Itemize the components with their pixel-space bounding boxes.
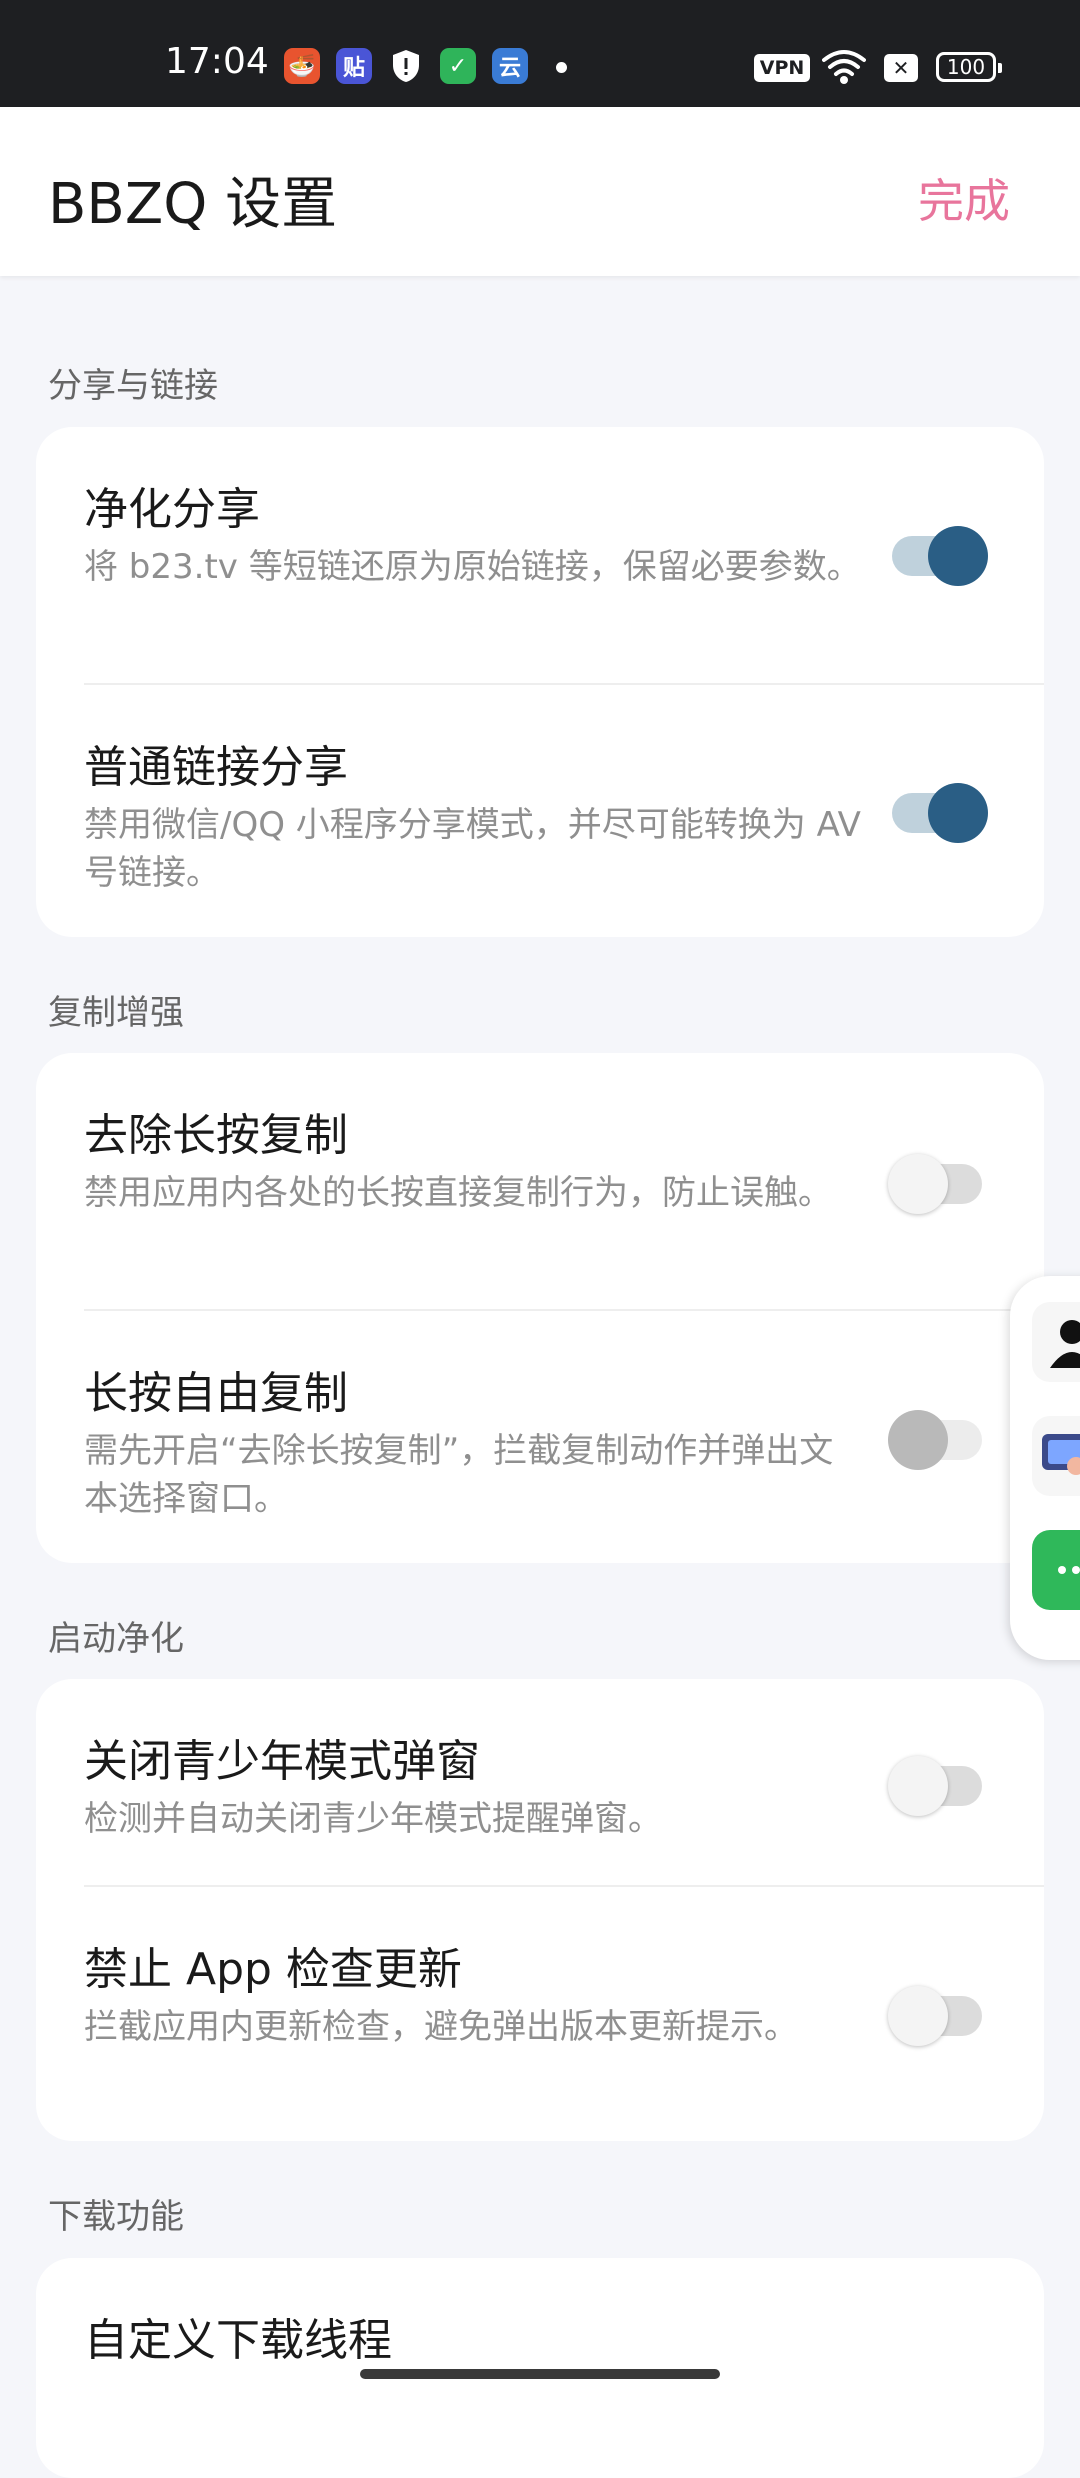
setting-item-close-teen-popup[interactable]: 关闭青少年模式弹窗 检测并自动关闭青少年模式提醒弹窗。 (36, 1679, 1044, 1885)
settings-card-startup: 关闭青少年模式弹窗 检测并自动关闭青少年模式提醒弹窗。 禁止 App 检查更新 … (36, 1679, 1044, 2141)
setting-description: 拦截应用内更新检查，避免弹出版本更新提示。 (84, 2007, 798, 2047)
tieba-app-icon: 贴 (336, 48, 372, 84)
wifi-icon (822, 46, 866, 90)
setting-title: 长按自由复制 (84, 1368, 348, 1419)
setting-item-normal-link-share[interactable]: 普通链接分享 禁用微信/QQ 小程序分享模式，并尽可能转换为 AV 号链接。 (36, 685, 1044, 937)
close-teen-popup-toggle[interactable] (888, 1752, 988, 1816)
app-bar: BBZQ 设置 完成 (0, 107, 1080, 276)
home-indicator[interactable] (360, 2369, 720, 2379)
setting-item-clean-share[interactable]: 净化分享 将 b23.tv 等短链还原为原始链接，保留必要参数。 (36, 427, 1044, 683)
setting-description: 需先开启“去除长按复制”，拦截复制动作并弹出文本选择窗口。 (84, 1431, 834, 1519)
cloud-app-icon: 云 (492, 48, 528, 84)
setting-title: 关闭青少年模式弹窗 (84, 1736, 480, 1787)
section-title-startup: 启动净化 (48, 1619, 184, 1659)
setting-title: 净化分享 (84, 484, 260, 535)
setting-description: 将 b23.tv 等短链还原为原始链接，保留必要参数。 (84, 547, 861, 587)
security-app-icon: ✓ (440, 48, 476, 84)
settings-card-share: 净化分享 将 b23.tv 等短链还原为原始链接，保留必要参数。 普通链接分享 … (36, 427, 1044, 937)
free-copy-toggle[interactable] (888, 1406, 988, 1470)
settings-card-copy: 去除长按复制 禁用应用内各处的长按直接复制行为，防止误触。 长按自由复制 需先开… (36, 1053, 1044, 1563)
more-notifications-dot (556, 62, 567, 73)
setting-description: 检测并自动关闭青少年模式提醒弹窗。 (84, 1799, 662, 1839)
setting-title: 普通链接分享 (84, 742, 348, 793)
setting-item-custom-download-threads[interactable]: 自定义下载线程 (36, 2258, 1044, 2478)
food-app-icon: 🍜 (284, 48, 320, 84)
page-title: BBZQ 设置 (48, 172, 338, 237)
person-silhouette-icon[interactable] (1032, 1302, 1080, 1382)
setting-item-block-update-check[interactable]: 禁止 App 检查更新 拦截应用内更新检查，避免弹出版本更新提示。 (36, 1887, 1044, 2141)
setting-title: 去除长按复制 (84, 1110, 348, 1161)
status-time: 17:04 (165, 41, 269, 82)
setting-description: 禁用微信/QQ 小程序分享模式，并尽可能转换为 AV 号链接。 (84, 805, 861, 893)
battery-icon: 100 (936, 52, 1002, 82)
setting-description: 禁用应用内各处的长按直接复制行为，防止误触。 (84, 1173, 832, 1213)
clean-share-toggle[interactable] (888, 522, 988, 586)
floating-side-panel[interactable] (1010, 1276, 1080, 1660)
setting-title: 自定义下载线程 (84, 2315, 392, 2366)
section-title-download: 下载功能 (48, 2197, 184, 2237)
section-title-copy: 复制增强 (48, 993, 184, 1033)
status-bar: 17:04 🍜 贴 ✓ 云 VPN ✕ 100 (0, 0, 1080, 107)
screen-tap-icon[interactable] (1032, 1416, 1080, 1496)
section-title-share: 分享与链接 (48, 366, 218, 406)
setting-title: 禁止 App 检查更新 (84, 1944, 462, 1995)
shield-icon (388, 48, 424, 84)
done-button[interactable]: 完成 (918, 165, 1010, 231)
block-update-check-toggle[interactable] (888, 1982, 988, 2046)
no-sim-icon: ✕ (884, 54, 918, 82)
setting-item-free-copy[interactable]: 长按自由复制 需先开启“去除长按复制”，拦截复制动作并弹出文本选择窗口。 (36, 1311, 1044, 1563)
settings-card-download: 自定义下载线程 (36, 2258, 1044, 2478)
normal-link-share-toggle[interactable] (888, 779, 988, 843)
setting-item-remove-longpress-copy[interactable]: 去除长按复制 禁用应用内各处的长按直接复制行为，防止误触。 (36, 1053, 1044, 1309)
vpn-badge: VPN (754, 54, 810, 82)
remove-longpress-copy-toggle[interactable] (888, 1150, 988, 1214)
chat-bubble-icon[interactable] (1032, 1530, 1080, 1610)
